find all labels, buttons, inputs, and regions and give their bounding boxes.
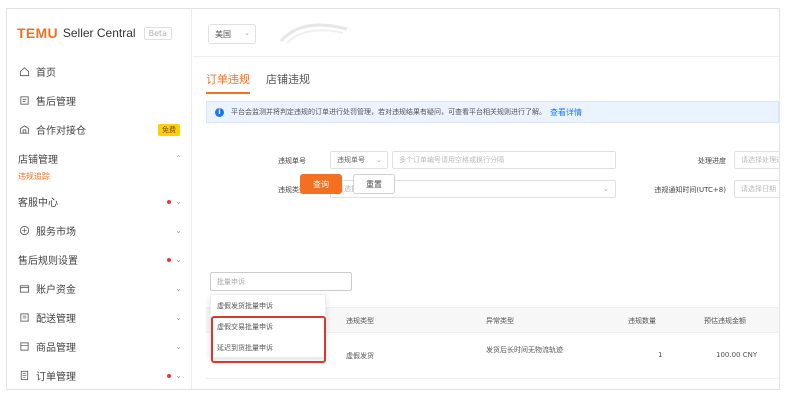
sidebar-item-account-funds[interactable]: 账户资金 ⌄ <box>7 274 192 303</box>
sidebar-item-label: 首页 <box>36 68 56 79</box>
search-type-value: 违规单号 <box>337 156 365 164</box>
sidebar-item-aftersale[interactable]: 售后管理 <box>7 86 192 115</box>
market-icon <box>18 225 30 237</box>
beta-badge: Beta <box>143 26 173 40</box>
logo-brand: TEMU <box>17 25 58 41</box>
aftersale-icon <box>18 95 30 107</box>
annotation-highlight-box <box>211 316 326 363</box>
sidebar-item-aftersale-rules[interactable]: 售后规则设置 ⌄ <box>7 245 192 274</box>
sidebar-item-customer-service[interactable]: 客服中心 ⌄ <box>7 187 192 216</box>
sidebar-item-store[interactable]: 店铺管理 ⌃ <box>7 144 192 173</box>
chevron-down-icon: ⌄ <box>175 284 182 293</box>
cell-exception: 发货后长时间无物流轨迹 <box>486 346 563 354</box>
app-frame: TEMU Seller Central Beta 首页 售后管理 合作对接仓 免… <box>6 8 780 390</box>
batch-appeal-placeholder: 批量申诉 <box>217 277 245 286</box>
sidebar-item-delivery[interactable]: 配送管理 ⌄ <box>7 303 192 332</box>
sidebar-item-label: 账户资金 <box>36 285 76 296</box>
home-icon <box>18 66 30 78</box>
top-bar: 美国 ⌄ <box>193 9 779 57</box>
column-header: 异常类型 <box>486 317 514 325</box>
sidebar-item-market[interactable]: 服务市场 ⌄ <box>7 216 192 245</box>
warehouse-icon <box>18 124 30 136</box>
chevron-down-icon: ⌄ <box>175 371 182 380</box>
sidebar-item-label: 订单管理 <box>36 372 76 383</box>
sidebar-item-label: 配送管理 <box>36 314 76 325</box>
notify-time-picker[interactable]: 请选择日期 <box>734 180 779 198</box>
notify-time-label: 违规通知时间(UTC+8) <box>654 186 726 194</box>
delivery-icon <box>18 312 30 324</box>
item-indicators: ⌄ <box>167 361 182 389</box>
sidebar-item-label: 客服中心 <box>18 198 58 209</box>
chevron-down-icon: ⌄ <box>175 226 182 235</box>
sidebar-item-home[interactable]: 首页 <box>7 57 192 86</box>
tab-order-violation[interactable]: 订单违规 <box>206 71 250 94</box>
wallet-icon <box>18 283 30 295</box>
cell-amount: 100.00 CNY <box>716 351 758 359</box>
column-header: 违规类型 <box>346 317 374 325</box>
filter-panel: 违规单号 违规单号 ⌄ 多个订单编号请用空格或换行分隔 违规类型 请选择违规类型… <box>206 145 779 257</box>
sidebar-item-warehouse[interactable]: 合作对接仓 免费 <box>7 115 192 144</box>
sidebar: TEMU Seller Central Beta 首页 售后管理 合作对接仓 免… <box>7 9 192 389</box>
cell-count: 1 <box>658 351 663 359</box>
chevron-down-icon: ⌄ <box>376 156 382 164</box>
main-content: 订单违规 店铺违规 i 平台会监测并将判定违规的订单进行处罚管理，若对违规结果有… <box>193 57 779 389</box>
batch-appeal-select[interactable]: 批量申诉 <box>210 272 352 291</box>
status-select[interactable]: 请选择处理进度 <box>734 151 779 169</box>
item-indicators: ⌄ <box>167 245 182 274</box>
chevron-down-icon: ⌄ <box>175 197 182 206</box>
notice-details-link[interactable]: 查看详情 <box>550 107 582 118</box>
free-badge: 免费 <box>158 124 180 136</box>
sidebar-item-label: 售后管理 <box>36 97 76 108</box>
region-value: 美国 <box>215 29 231 39</box>
chevron-down-icon: ⌄ <box>175 255 182 264</box>
item-indicators: ⌄ <box>167 187 182 216</box>
notice-banner: i 平台会监测并将判定违规的订单进行处罚管理，若对违规结果有疑问，可查看平台相关… <box>206 101 779 123</box>
notification-dot <box>167 257 172 262</box>
notice-text: 平台会监测并将判定违规的订单进行处罚管理，若对违规结果有疑问，可查看平台相关规则… <box>231 108 546 116</box>
query-button[interactable]: 查询 <box>300 174 342 194</box>
tab-bar: 订单违规 店铺违规 <box>206 71 310 94</box>
order-icon <box>18 370 30 382</box>
sidebar-nav: 首页 售后管理 合作对接仓 免费 店铺管理 ⌃ 违规追踪 客服中心 ⌄ 服务市场… <box>7 57 192 389</box>
sidebar-item-orders[interactable]: 订单管理 ⌄ <box>7 361 192 389</box>
chevron-up-icon: ⌃ <box>175 154 182 163</box>
notification-dot <box>167 199 172 204</box>
region-select[interactable]: 美国 ⌄ <box>208 24 256 44</box>
decoration-graphic <box>279 23 348 44</box>
chevron-down-icon: ⌄ <box>175 313 182 322</box>
dropdown-option[interactable]: 虚假发货批量申诉 <box>211 295 325 316</box>
reset-button[interactable]: 重置 <box>353 174 395 194</box>
column-header: 违规数量 <box>628 317 656 325</box>
order-number-placeholder: 多个订单编号请用空格或换行分隔 <box>399 156 504 164</box>
logo-name: Seller Central <box>62 26 136 40</box>
notification-dot <box>167 373 172 378</box>
status-label: 处理进度 <box>698 157 726 165</box>
order-number-input[interactable]: 多个订单编号请用空格或换行分隔 <box>392 151 616 169</box>
sidebar-item-label: 售后规则设置 <box>18 256 78 267</box>
sidebar-item-label: 店铺管理 <box>18 155 58 166</box>
goods-icon <box>18 341 30 353</box>
info-icon: i <box>215 107 224 117</box>
sidebar-item-label: 商品管理 <box>36 343 76 354</box>
chevron-down-icon: ⌄ <box>175 342 182 351</box>
column-header: 预估违规金额 <box>704 317 746 325</box>
notify-time-placeholder: 请选择日期 <box>741 185 776 193</box>
tab-store-violation[interactable]: 店铺违规 <box>266 71 310 94</box>
cell-type: 虚假发货 <box>346 352 374 360</box>
sidebar-item-label: 服务市场 <box>36 227 76 238</box>
search-type-select[interactable]: 违规单号 ⌄ <box>330 151 388 169</box>
chevron-down-icon: ⌄ <box>244 29 250 37</box>
status-placeholder: 请选择处理进度 <box>741 156 779 164</box>
violation-type-label: 违规类型 <box>278 186 306 194</box>
search-label: 违规单号 <box>278 157 306 165</box>
sidebar-item-goods[interactable]: 商品管理 ⌄ <box>7 332 192 361</box>
logo[interactable]: TEMU Seller Central Beta <box>17 23 173 43</box>
sidebar-item-label: 合作对接仓 <box>36 126 86 137</box>
chevron-down-icon: ⌄ <box>603 185 609 193</box>
